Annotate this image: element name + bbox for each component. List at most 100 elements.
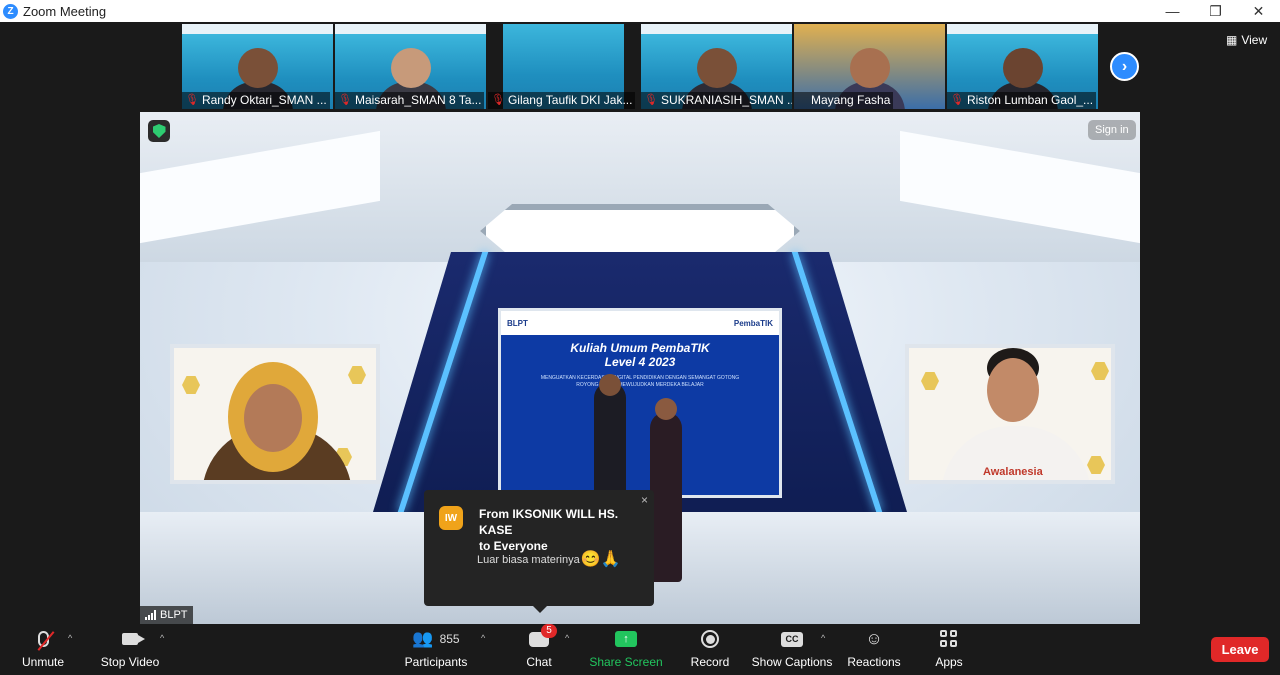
view-button[interactable]: ▦ View (1226, 33, 1267, 47)
participant-tile[interactable]: 🎙 Riston Lumban Gaol_... (947, 24, 1098, 109)
stop-video-label: Stop Video (100, 655, 160, 669)
participant-tile[interactable]: 🎙 Randy Oktari_SMAN ... (182, 24, 333, 109)
sign-in-button[interactable]: Sign in (1088, 120, 1136, 140)
participant-tile[interactable]: Mayang Fasha (794, 24, 945, 109)
guest-face (244, 384, 302, 452)
participant-tile[interactable]: 🎙 SUKRANIASIH_SMAN ... (641, 24, 792, 109)
close-icon[interactable]: × (641, 493, 648, 507)
minimize-button[interactable]: — (1151, 0, 1194, 22)
closed-captions-icon: CC (781, 631, 803, 647)
signal-strength-icon (145, 610, 156, 620)
hexagon-decoration (348, 366, 366, 384)
mic-muted-icon: 🎙 (185, 94, 199, 106)
unread-badge: 5 (541, 623, 557, 638)
record-button[interactable]: Record (690, 625, 730, 675)
participants-button[interactable]: 👥 855 Participants (404, 625, 468, 675)
hexagon-decoration (182, 376, 200, 394)
chat-bubble-icon: 5 (529, 623, 557, 647)
participant-face (696, 48, 737, 88)
zoom-logo-icon: Z (3, 3, 18, 19)
shirt-text: Awalanesia (983, 466, 1043, 478)
share-screen-button[interactable]: ↑ Share Screen (589, 625, 663, 675)
leave-button[interactable]: Leave (1211, 637, 1269, 662)
reactions-label: Reactions (847, 655, 901, 669)
share-screen-icon: ↑ (615, 631, 637, 647)
chat-sender: From IKSONIK WILL HS. KASE to Everyone (479, 507, 619, 553)
record-label: Record (690, 655, 730, 669)
grid-icon: ▦ (1226, 33, 1238, 47)
stage-left-screen (170, 344, 380, 484)
participants-options-caret-icon[interactable]: ^ (481, 633, 485, 643)
unmute-label: Unmute (21, 655, 65, 669)
participant-name-label: 🎙 SUKRANIASIH_SMAN ... (641, 92, 792, 109)
show-captions-label: Show Captions (751, 655, 833, 669)
speaker-name-label: BLPT (140, 606, 193, 624)
presenter-head (599, 374, 621, 396)
participant-face (1002, 48, 1043, 88)
participant-name-label: 🎙 Maisarah_SMAN 8 Ta... (335, 92, 485, 109)
mic-muted-icon: 🎙 (950, 94, 964, 106)
video-camera-icon (122, 633, 145, 645)
title-bar: Z Zoom Meeting — ❐ ✕ (0, 0, 1280, 22)
video-options-caret-icon[interactable]: ^ (160, 633, 164, 643)
participant-count: 855 (439, 632, 460, 646)
stage-center-screen: BLPT PembaTIK Kuliah Umum PembaTIK Level… (498, 308, 782, 498)
mic-muted-icon: 🎙 (338, 94, 352, 106)
microphone-muted-icon (37, 631, 54, 651)
guest-face (987, 358, 1039, 422)
stage-ceiling-light (480, 204, 800, 258)
participant-name-label: 🎙 Riston Lumban Gaol_... (947, 92, 1097, 109)
apps-label: Apps (935, 655, 963, 669)
screen-logo-left: BLPT (507, 318, 528, 328)
smiley-plus-icon: ☺ (865, 629, 883, 648)
meeting-toolbar: Unmute ^ Stop Video ^ 👥 855 Participants … (0, 623, 1280, 675)
audio-options-caret-icon[interactable]: ^ (68, 633, 72, 643)
slide-header (182, 24, 333, 34)
participants-label: Participants (404, 655, 468, 669)
mic-muted-icon: 🎙 (491, 94, 505, 106)
window-title: Zoom Meeting (23, 3, 107, 19)
participant-face (849, 48, 890, 88)
participant-tile[interactable]: 🎙 Gilang Taufik DKI Jak... (488, 24, 639, 109)
presenter-head (655, 398, 677, 420)
participant-face (237, 48, 278, 88)
shield-security-icon[interactable] (148, 120, 170, 142)
mic-muted-icon: 🎙 (644, 94, 658, 106)
apps-icon (940, 630, 958, 648)
participant-tile[interactable]: 🎙 Maisarah_SMAN 8 Ta... (335, 24, 486, 109)
gallery-strip: 🎙 Randy Oktari_SMAN ... 🎙 Maisarah_SMAN 8 … (182, 24, 1098, 109)
participants-icon: 👥 (412, 629, 434, 648)
window-controls: — ❐ ✕ (1151, 0, 1280, 22)
record-icon (701, 630, 719, 648)
meeting-area: 🎙 Randy Oktari_SMAN ... 🎙 Maisarah_SMAN 8 … (0, 22, 1280, 625)
reactions-button[interactable]: ☺ Reactions (847, 625, 901, 675)
maximize-button[interactable]: ❐ (1194, 0, 1237, 22)
chat-notification-popup[interactable]: IW From IKSONIK WILL HS. KASE to Everyon… (424, 490, 654, 613)
participant-name-label: Mayang Fasha (794, 92, 894, 109)
screen-logo-right: PembaTIK (733, 318, 773, 328)
captions-options-caret-icon[interactable]: ^ (821, 633, 825, 643)
chat-button[interactable]: 5 Chat (524, 623, 557, 675)
chat-label: Chat (526, 655, 552, 669)
apps-button[interactable]: Apps (934, 625, 964, 675)
slide-header (335, 24, 486, 34)
screen-title: Kuliah Umum PembaTIK Level 4 2023 (570, 341, 710, 369)
chat-options-caret-icon[interactable]: ^ (565, 633, 569, 643)
share-screen-label: Share Screen (589, 655, 663, 669)
close-button[interactable]: ✕ (1237, 0, 1280, 22)
next-page-arrow-icon[interactable]: › (1110, 52, 1139, 81)
emoji: 😊🙏 (580, 551, 621, 568)
screen-header: BLPT PembaTIK (501, 311, 779, 335)
screen-subtitle: MENGUATKAN KECERDASAN DIGITAL PENDIDIKAN… (540, 375, 740, 388)
stop-video-button[interactable]: Stop Video (100, 625, 160, 675)
hexagon-decoration (1087, 456, 1105, 474)
view-label: View (1241, 33, 1268, 47)
participant-name-label: 🎙 Gilang Taufik DKI Jak... (488, 92, 636, 109)
chat-message: Luar biasa materinya 😊🙏 (477, 548, 621, 572)
hexagon-decoration (1091, 362, 1109, 380)
participant-face (390, 48, 431, 88)
slide-header (947, 24, 1098, 34)
unmute-button[interactable]: Unmute (20, 625, 66, 675)
show-captions-button[interactable]: CC Show Captions (751, 625, 833, 675)
sender-avatar: IW (439, 506, 463, 530)
